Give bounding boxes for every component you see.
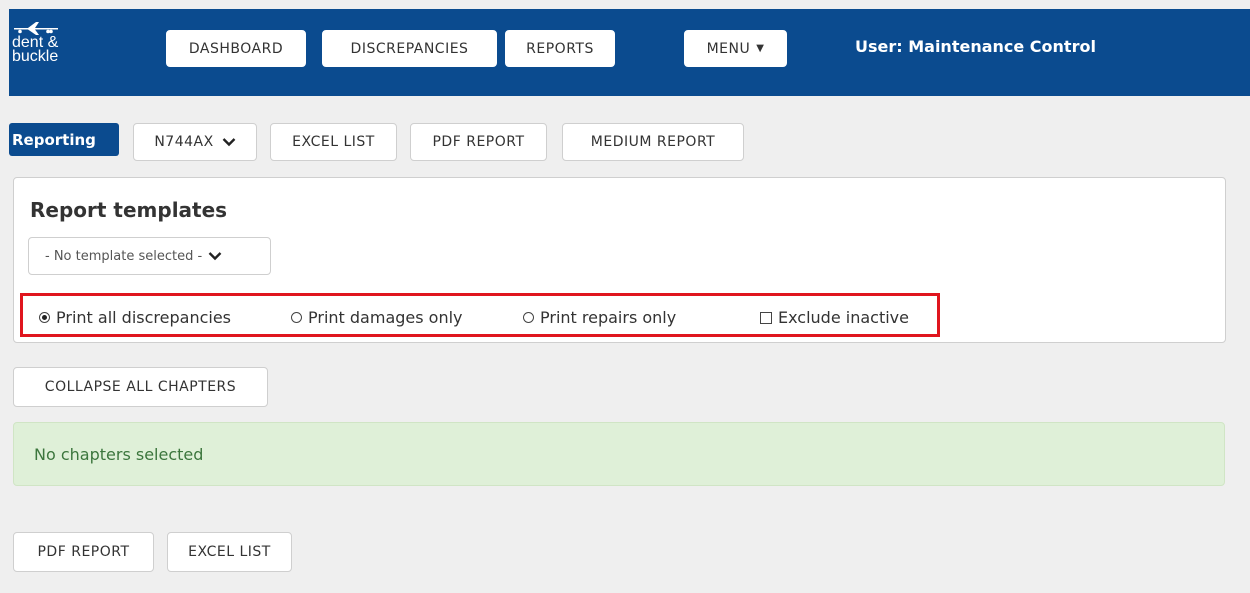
radio-unselected-icon[interactable] <box>291 312 302 323</box>
print-options-highlight: Print all discrepancies Print damages on… <box>20 293 940 337</box>
exclude-inactive-checkbox[interactable]: Exclude inactive <box>760 308 909 327</box>
no-chapters-message: No chapters selected <box>34 444 204 464</box>
reports-button[interactable]: REPORTS <box>505 30 615 67</box>
checkbox-unchecked-icon[interactable] <box>760 311 772 324</box>
exclude-inactive-label: Exclude inactive <box>778 308 909 327</box>
report-templates-title: Report templates <box>30 198 228 222</box>
medium-report-button-label: MEDIUM REPORT <box>590 134 716 150</box>
excel-list-button-label: EXCEL LIST <box>292 134 375 150</box>
template-select-value: - No template selected - <box>45 248 203 264</box>
discrepancies-button[interactable]: DISCREPANCIES <box>322 30 497 67</box>
pdf-report-button-label: PDF REPORT <box>432 134 525 150</box>
dashboard-button-label: DASHBOARD <box>188 40 284 57</box>
print-damages-radio[interactable]: Print damages only <box>291 308 463 327</box>
dashboard-button[interactable]: DASHBOARD <box>166 30 306 67</box>
menu-button-label: MENU <box>706 40 751 57</box>
print-all-radio[interactable]: Print all discrepancies <box>39 308 231 327</box>
chevron-down-icon <box>222 138 236 147</box>
excel-list-button[interactable]: EXCEL LIST <box>270 123 397 161</box>
footer-excel-list-button[interactable]: EXCEL LIST <box>167 532 292 572</box>
footer-pdf-report-button[interactable]: PDF REPORT <box>13 532 154 572</box>
reports-button-label: REPORTS <box>526 40 594 57</box>
medium-report-button[interactable]: MEDIUM REPORT <box>562 123 744 161</box>
footer-excel-list-label: EXCEL LIST <box>188 544 271 560</box>
top-navbar: dent & buckle DASHBOARD DISCREPANCIES RE… <box>9 9 1250 96</box>
collapse-all-chapters-button[interactable]: COLLAPSE ALL CHAPTERS <box>13 367 268 407</box>
no-chapters-alert: No chapters selected <box>13 422 1225 486</box>
menu-dropdown-button[interactable]: MENU ▼ <box>684 30 787 67</box>
print-repairs-label: Print repairs only <box>540 308 677 327</box>
print-damages-label: Print damages only <box>308 308 463 327</box>
reporting-badge: Reporting <box>9 123 119 156</box>
chevron-down-icon <box>208 252 222 261</box>
aircraft-select-value: N744AX <box>154 134 214 150</box>
template-select[interactable]: - No template selected - <box>28 237 271 275</box>
footer-pdf-report-label: PDF REPORT <box>37 544 130 560</box>
print-repairs-radio[interactable]: Print repairs only <box>523 308 676 327</box>
current-user-label: User: Maintenance Control <box>855 37 1096 56</box>
caret-down-icon: ▼ <box>756 43 765 54</box>
aircraft-select-button[interactable]: N744AX <box>133 123 257 161</box>
logo-text-line2: buckle <box>12 48 59 65</box>
report-templates-panel: Report templates - No template selected … <box>13 177 1226 343</box>
radio-selected-icon[interactable] <box>39 312 50 323</box>
collapse-all-chapters-label: COLLAPSE ALL CHAPTERS <box>44 379 237 395</box>
radio-unselected-icon[interactable] <box>523 312 534 323</box>
print-all-label: Print all discrepancies <box>56 308 231 327</box>
discrepancies-button-label: DISCREPANCIES <box>350 40 469 57</box>
pdf-report-button[interactable]: PDF REPORT <box>410 123 547 161</box>
dent-buckle-logo[interactable]: dent & buckle <box>12 22 59 65</box>
